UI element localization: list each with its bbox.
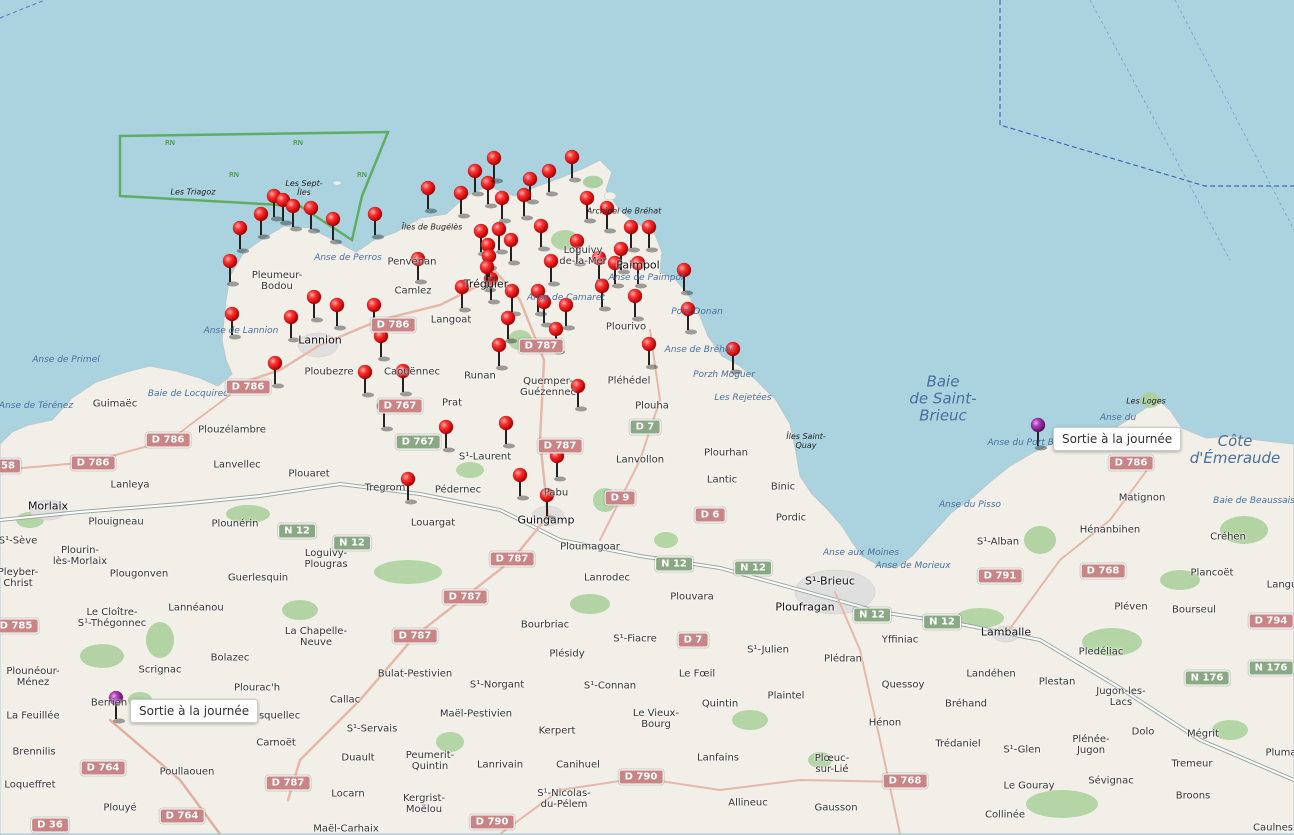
road-shield: D 9 xyxy=(604,490,636,506)
road-shield: D 790 xyxy=(469,814,515,830)
road-shield: D 767 xyxy=(395,434,441,450)
road-shield: D 7 xyxy=(677,632,709,648)
road-shield: N 176 xyxy=(1184,670,1230,686)
road-shield: D 787 xyxy=(442,589,488,605)
road-shield: D 764 xyxy=(80,760,126,776)
road-shield: N 176 xyxy=(1248,660,1294,676)
road-shield: N 12 xyxy=(333,535,371,551)
road-shield: D 790 xyxy=(618,769,664,785)
road-shield: D 786 xyxy=(370,317,416,333)
road-shield: D 767 xyxy=(377,398,423,414)
road-shield: D 768 xyxy=(882,773,928,789)
road-shield: 58 xyxy=(0,458,21,474)
road-shield: D 768 xyxy=(1080,563,1126,579)
road-shield: D 786 xyxy=(145,432,191,448)
road-shield: D 764 xyxy=(159,808,205,824)
marker-tooltip: Sortie à la journée xyxy=(1053,427,1182,451)
road-shield: N 12 xyxy=(923,614,961,630)
road-shield: D 36 xyxy=(31,817,69,833)
road-shield: N 12 xyxy=(734,560,772,576)
road-shield: D 787 xyxy=(265,775,311,791)
road-shield: D 787 xyxy=(537,438,583,454)
road-shield: D 785 xyxy=(0,618,39,634)
road-shield: D 7 xyxy=(629,419,661,435)
road-shield: N 12 xyxy=(853,607,891,623)
road-shield: D 791 xyxy=(977,568,1023,584)
road-shield: D 787 xyxy=(392,628,438,644)
road-shield: D 786 xyxy=(1108,455,1154,471)
marker-tooltip: Sortie à la journée xyxy=(130,699,259,723)
road-shield: D 787 xyxy=(489,551,535,567)
road-shield: D 787 xyxy=(518,338,564,354)
road-shield: D 794 xyxy=(1248,613,1294,629)
road-shield: D 6 xyxy=(694,507,726,523)
road-shield: D 786 xyxy=(70,455,116,471)
road-shield: N 12 xyxy=(278,523,316,539)
road-shield: N 12 xyxy=(655,556,693,572)
road-shield: D 786 xyxy=(225,379,271,395)
